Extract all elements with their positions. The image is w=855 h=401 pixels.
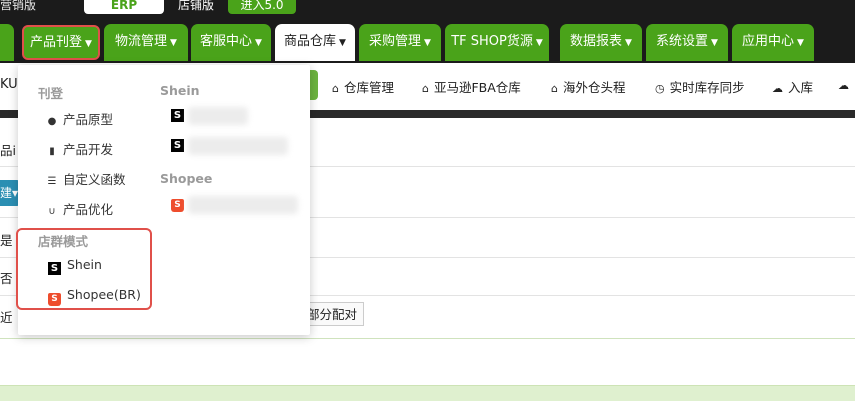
nav-tab-customer-service[interactable]: 客服中心 ▼ <box>191 24 271 61</box>
subnav-stock-sync[interactable]: ◷ 实时库存同步 <box>655 77 745 96</box>
button-label: 建 <box>0 186 13 200</box>
cloud-upload-icon: ☁ <box>772 82 783 95</box>
list-icon: ☰ <box>47 176 57 187</box>
menu-item-label: 产品原型 <box>63 112 114 127</box>
subnav-warehouse-manage[interactable]: ⌂ 仓库管理 <box>332 77 394 96</box>
nav-tab-reports[interactable]: 数据报表 ▼ <box>560 24 642 61</box>
home-icon: ⌂ <box>332 82 339 95</box>
main-nav: 产品刊登 ▼ 物流管理 ▼ 客服中心 ▼ 商品仓库 ▼ 采购管理 ▼ TF SHOP货源 ▼… <box>0 15 855 63</box>
redacted-store-name[interactable] <box>188 107 248 125</box>
recent-fragment[interactable]: 近 <box>0 307 13 326</box>
enter-v5-button[interactable]: 进入5.0 <box>228 0 296 14</box>
nav-tab-purchasing[interactable]: 采购管理 ▼ <box>359 24 441 61</box>
caret-down-icon: ▼ <box>797 38 804 48</box>
cloud-download-icon[interactable]: ☁ <box>838 77 854 92</box>
menu-item-label: Shein <box>67 257 102 272</box>
subnav-label: 实时库存同步 <box>669 80 745 95</box>
shein-logo-icon: S <box>171 139 184 152</box>
nav-tab-label: 数据报表 <box>570 34 623 49</box>
subnav-overseas-firstleg[interactable]: ⌂ 海外仓头程 <box>551 77 626 96</box>
redacted-store-name[interactable] <box>188 196 298 214</box>
caret-down-icon: ▼ <box>85 39 92 49</box>
top-strip: 营销版 ERP 店铺版 进入5.0 <box>0 0 855 15</box>
menu-item-label: 自定义函数 <box>63 172 126 187</box>
nav-tab-label: 系统设置 <box>656 34 709 49</box>
nav-tab-settings[interactable]: 系统设置 ▼ <box>646 24 728 61</box>
shein-logo-icon: S <box>48 262 61 275</box>
shein-heading: Shein <box>160 83 200 98</box>
home-icon: ⌂ <box>551 82 558 95</box>
caret-down-icon: ▼ <box>535 38 543 48</box>
caret-down-icon: ▼ <box>711 38 718 48</box>
caret-down-icon: ▼ <box>170 38 177 48</box>
caret-down-icon: ▼ <box>255 38 262 48</box>
nav-tab-stub[interactable] <box>0 24 14 61</box>
home-icon: ⌂ <box>422 82 429 95</box>
redacted-store-name[interactable] <box>188 137 288 155</box>
product-fragment: 品i <box>0 143 16 158</box>
clock-icon: ◷ <box>655 82 665 95</box>
nav-tab-label: 物流管理 <box>115 34 168 49</box>
stethoscope-icon: ∪ <box>48 206 56 217</box>
menu-item-store-shopee-br[interactable]: S Shopee(BR) <box>48 287 141 306</box>
nav-tab-app-center[interactable]: 应用中心 ▼ <box>732 24 814 61</box>
subnav-amazon-fba[interactable]: ⌂ 亚马逊FBA仓库 <box>422 77 521 96</box>
circle-icon: ● <box>47 116 57 127</box>
nav-tab-label: 客服中心 <box>200 34 253 49</box>
nav-tab-tf-shop[interactable]: TF SHOP货源 ▼ <box>445 24 549 61</box>
edition-marketing-link[interactable]: 营销版 <box>0 0 40 14</box>
nav-tab-logistics[interactable]: 物流管理 ▼ <box>104 24 188 61</box>
caret-down-icon: ▼ <box>625 38 632 48</box>
subnav-label: 亚马逊FBA仓库 <box>433 80 521 95</box>
subnav-inbound[interactable]: ☁ 入库 <box>772 77 813 96</box>
shopee-heading: Shopee <box>160 171 213 186</box>
edition-erp-link[interactable]: ERP <box>84 0 164 14</box>
subnav-label: 海外仓头程 <box>562 80 626 95</box>
yes-option-fragment[interactable]: 是 <box>0 230 13 249</box>
edition-store-link[interactable]: 店铺版 <box>168 0 224 14</box>
sku-fragment: KU <box>0 77 18 92</box>
nav-tab-warehouse[interactable]: 商品仓库 ▼ <box>275 24 355 61</box>
nav-tab-product-listing[interactable]: 产品刊登 ▼ <box>22 25 100 60</box>
menu-item-custom-function[interactable]: ☰ 自定义函数 <box>44 169 126 188</box>
subnav-label: 仓库管理 <box>343 80 394 95</box>
menu-item-product-dev[interactable]: ▮ 产品开发 <box>44 139 113 158</box>
nav-tab-label: 商品仓库 <box>284 34 337 49</box>
nav-tab-label: 采购管理 <box>369 34 422 49</box>
menu-item-store-shein[interactable]: S Shein <box>48 257 102 275</box>
no-option-fragment[interactable]: 否 <box>0 268 13 287</box>
menu-item-label: 产品开发 <box>63 142 114 157</box>
subnav-label: 入库 <box>788 80 814 95</box>
product-listing-dropdown: 刊登 ● 产品原型 ▮ 产品开发 ☰ 自定义函数 ∪ 产品优化 店群模式 S Shein … <box>18 65 310 335</box>
row-divider <box>0 338 855 339</box>
store-mode-heading: 店群模式 <box>38 234 89 249</box>
shein-logo-icon: S <box>171 109 184 122</box>
shopee-logo-icon: S <box>48 293 61 306</box>
nav-tab-label: TF SHOP货源 <box>451 34 533 49</box>
nav-tab-label: 应用中心 <box>742 34 795 49</box>
listing-heading: 刊登 <box>38 86 64 101</box>
caret-down-icon: ▼ <box>424 38 431 48</box>
menu-item-label: 产品优化 <box>63 202 114 217</box>
create-button-fragment[interactable]: 建▾ <box>0 180 20 206</box>
menu-item-product-prototype[interactable]: ● 产品原型 <box>44 109 113 128</box>
nav-tab-label: 产品刊登 <box>30 35 83 50</box>
signal-icon: ▮ <box>49 146 55 157</box>
caret-down-icon: ▼ <box>339 38 346 48</box>
shopee-logo-icon: S <box>171 199 184 212</box>
menu-item-label: Shopee(BR) <box>67 287 141 302</box>
bottom-bar <box>0 385 855 401</box>
menu-item-product-optimize[interactable]: ∪ 产品优化 <box>44 199 113 218</box>
